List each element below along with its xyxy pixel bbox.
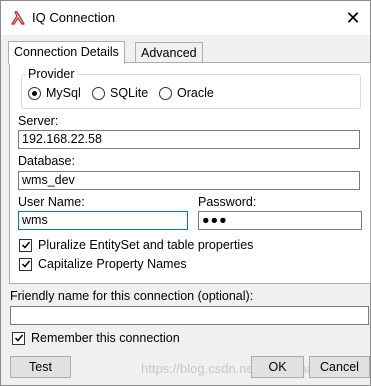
checkmark-icon [14, 334, 23, 342]
password-label: Password: [198, 195, 257, 209]
radio-label: SQLite [110, 86, 149, 100]
radio-indicator [92, 86, 105, 100]
cancel-button[interactable]: Cancel [309, 356, 370, 378]
radio-mysql[interactable]: MySql [28, 86, 81, 100]
test-button[interactable]: Test [10, 356, 71, 378]
close-button[interactable]: ✕ [336, 1, 370, 35]
ok-button[interactable]: OK [251, 356, 304, 378]
tab-connection-details[interactable]: Connection Details [8, 41, 125, 64]
title-bar: IQ Connection ✕ [1, 1, 370, 35]
checkbox-label: Remember this connection [31, 331, 180, 345]
database-label: Database: [18, 154, 75, 168]
tab-label: Connection Details [14, 45, 119, 59]
server-input[interactable]: 192.168.22.58 [18, 130, 360, 149]
friendly-name-label: Friendly name for this connection (optio… [10, 289, 254, 303]
database-input[interactable]: wms_dev [18, 171, 360, 190]
tab-label: Advanced [141, 46, 197, 60]
server-label: Server: [18, 114, 59, 128]
checkbox-label: Capitalize Property Names [38, 257, 187, 271]
checkbox-indicator [19, 238, 32, 252]
checkbox-indicator [12, 331, 25, 345]
radio-label: Oracle [177, 86, 214, 100]
tab-advanced[interactable]: Advanced [135, 42, 203, 63]
checkmark-icon [21, 260, 30, 268]
radio-oracle[interactable]: Oracle [159, 86, 214, 100]
friendly-name-input[interactable] [10, 306, 369, 325]
radio-sqlite[interactable]: SQLite [92, 86, 148, 100]
radio-label: MySql [46, 86, 81, 100]
checkbox-indicator [19, 257, 32, 271]
window-title: IQ Connection [32, 10, 116, 25]
password-input[interactable]: ●●● [198, 211, 362, 230]
close-icon: ✕ [345, 7, 361, 28]
username-input[interactable]: wms [18, 211, 188, 230]
checkbox-label: Pluralize EntitySet and table properties [38, 238, 254, 252]
checkmark-icon [21, 241, 30, 249]
pluralize-checkbox[interactable]: Pluralize EntitySet and table properties [19, 238, 253, 252]
capitalize-checkbox[interactable]: Capitalize Property Names [19, 257, 187, 271]
provider-legend: Provider [26, 67, 77, 81]
radio-indicator [159, 86, 172, 100]
radio-indicator [28, 86, 41, 100]
remember-checkbox[interactable]: Remember this connection [12, 331, 180, 345]
username-label: User Name: [18, 195, 85, 209]
iq-connection-dialog: IQ Connection ✕ Connection Details Advan… [0, 0, 371, 386]
lambda-icon [10, 10, 26, 26]
